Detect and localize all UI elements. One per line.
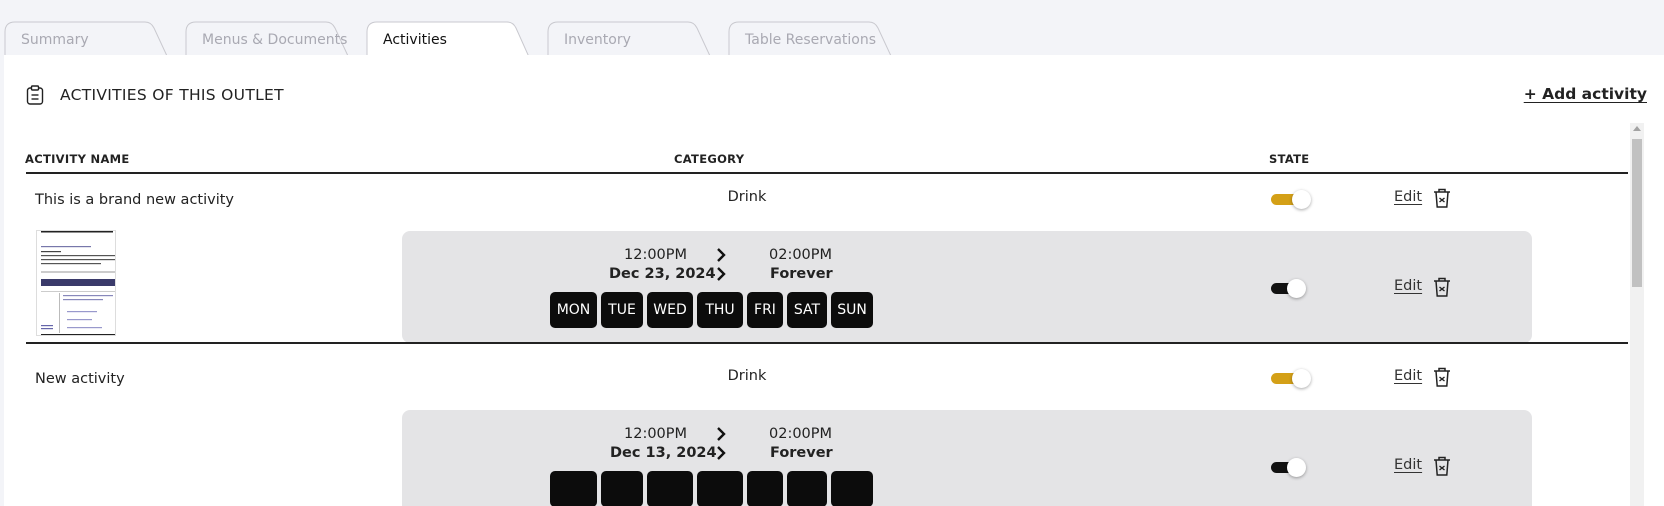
clipboard-icon [26,85,44,105]
schedule-state-toggle[interactable] [1268,456,1310,478]
tab-activities[interactable]: Activities [366,21,530,58]
schedule-state-toggle[interactable] [1268,277,1310,299]
tab-label: Menus & Documents [202,32,348,48]
schedule-start-date: Dec 23, 2024 [609,266,716,282]
toggle-knob [1287,458,1306,477]
toggle-knob [1287,279,1306,298]
day-chip-mon[interactable]: MON [550,292,597,328]
toggle-knob [1292,190,1311,209]
activity-name: This is a brand new activity [35,192,235,208]
activity-category: Drink [727,368,767,384]
tab-inventory[interactable]: Inventory [547,21,711,57]
scroll-up-arrow-icon[interactable] [1633,126,1641,131]
add-activity-button[interactable]: + Add activity [1524,85,1647,103]
header-divider [26,172,1628,174]
row-divider [26,342,1628,344]
activity-name: New activity [35,371,125,387]
schedule-start-time: 12:00PM [624,426,688,442]
day-chip[interactable] [697,471,743,506]
tab-label: Activities [383,32,447,48]
day-chip-sun[interactable]: SUN [831,292,873,328]
day-chip[interactable] [747,471,783,506]
activity-state-toggle[interactable] [1268,367,1311,389]
activity-thumbnail-image [36,230,116,336]
trash-icon[interactable] [1432,276,1452,298]
trash-icon[interactable] [1432,366,1452,388]
tab-table-reservations[interactable]: Table Reservations [728,21,892,57]
schedule-end-date: Forever [770,445,833,461]
chevron-right-icon [717,427,726,441]
activity-state-toggle[interactable] [1268,188,1311,210]
day-chip[interactable] [601,471,643,506]
day-chip[interactable] [647,471,693,506]
column-header-category: CATEGORY [674,152,745,166]
tab-label: Inventory [564,32,631,48]
tab-label: Summary [21,32,89,48]
day-chip-wed[interactable]: WED [647,292,693,328]
trash-icon[interactable] [1432,455,1452,477]
chevron-right-icon [717,267,726,281]
schedule-start-date: Dec 13, 2024 [610,445,717,461]
edit-schedule-button[interactable]: Edit [1394,457,1422,473]
activity-schedule: 12:00PM 02:00PM Dec 23, 2024 Forever MON… [402,231,1532,343]
chevron-right-icon [717,446,726,460]
tab-bar: Summary Menus & Documents Activities Inv… [0,0,1664,58]
activity-schedule: 12:00PM 02:00PM Dec 13, 2024 Forever [402,410,1532,506]
activity-category: Drink [727,189,767,205]
toggle-knob [1292,369,1311,388]
schedule-days [550,471,873,506]
tab-menus-documents[interactable]: Menus & Documents [185,21,349,57]
schedule-days: MON TUE WED THU FRI SAT SUN [550,292,873,328]
day-chip-thu[interactable]: THU [697,292,743,328]
edit-activity-button[interactable]: Edit [1394,189,1422,205]
day-chip[interactable] [831,471,873,506]
trash-icon[interactable] [1432,187,1452,209]
day-chip-sat[interactable]: SAT [787,292,827,328]
tab-summary[interactable]: Summary [4,21,168,57]
column-header-state: STATE [1269,152,1310,166]
scrollbar-thumb[interactable] [1632,139,1642,287]
day-chip-tue[interactable]: TUE [601,292,643,328]
activities-panel: ACTIVITIES OF THIS OUTLET + Add activity… [4,55,1664,506]
schedule-end-time: 02:00PM [769,247,833,263]
column-header-activity-name: ACTIVITY NAME [25,152,130,166]
day-chip[interactable] [787,471,827,506]
tab-label: Table Reservations [745,32,877,48]
day-chip-fri[interactable]: FRI [747,292,783,328]
schedule-end-time: 02:00PM [769,426,833,442]
edit-schedule-button[interactable]: Edit [1394,278,1422,294]
day-chip[interactable] [550,471,597,506]
schedule-start-time: 12:00PM [624,247,688,263]
scrollbar[interactable] [1630,123,1644,506]
chevron-right-icon [717,248,726,262]
edit-activity-button[interactable]: Edit [1394,368,1422,384]
schedule-end-date: Forever [770,266,833,282]
section-title: ACTIVITIES OF THIS OUTLET [60,86,284,104]
